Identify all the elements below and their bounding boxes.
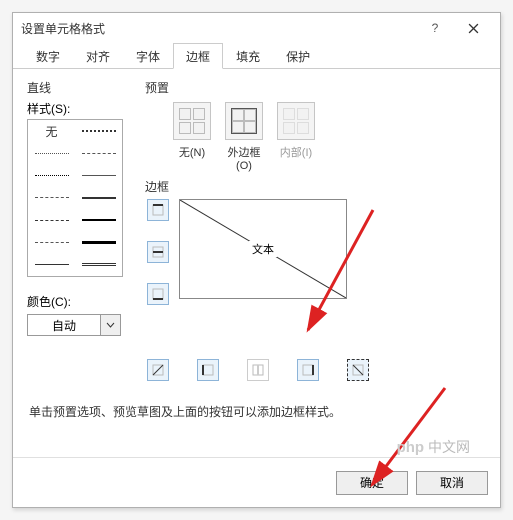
border-middle-h-button[interactable] — [147, 241, 169, 263]
line-style-medium-dot[interactable] — [75, 120, 122, 142]
dialog-title: 设置单元格格式 — [21, 20, 416, 37]
preset-inside-label: 内部(I) — [277, 144, 315, 172]
tab-border[interactable]: 边框 — [173, 43, 223, 69]
border-diag-up-button[interactable] — [147, 359, 169, 381]
line-style-medium-dash[interactable] — [75, 142, 122, 164]
line-column: 直线 样式(S): 无 — [27, 79, 127, 381]
help-button[interactable]: ? — [416, 14, 454, 42]
preset-inside-button[interactable] — [277, 102, 315, 140]
line-color-select[interactable]: 自动 — [27, 314, 127, 336]
line-style-medium-dashdot[interactable] — [75, 165, 122, 187]
line-style-dashdot[interactable] — [28, 209, 75, 231]
close-button[interactable] — [454, 14, 492, 42]
line-style-dashed[interactable] — [28, 187, 75, 209]
line-style-extra-thick[interactable] — [75, 231, 122, 253]
line-style-none[interactable]: 无 — [28, 120, 75, 142]
format-cells-dialog: 设置单元格格式 ? 数字 对齐 字体 边框 填充 保护 直线 样式(S): 无 — [12, 12, 501, 508]
border-right-button[interactable] — [297, 359, 319, 381]
preset-outline-button[interactable] — [225, 102, 263, 140]
border-left-button[interactable] — [197, 359, 219, 381]
border-bottom-button[interactable] — [147, 283, 169, 305]
line-style-thin[interactable] — [28, 254, 75, 276]
ok-button[interactable]: 确定 — [336, 471, 408, 495]
line-color-label: 颜色(C): — [27, 293, 127, 310]
footer: 确定 取消 — [13, 457, 500, 507]
line-color-dropdown[interactable] — [101, 314, 121, 336]
border-diag-down-button[interactable] — [347, 359, 369, 381]
line-style-medium[interactable] — [75, 187, 122, 209]
tab-fill[interactable]: 填充 — [223, 43, 273, 69]
preview-text: 文本 — [249, 241, 277, 257]
close-icon — [468, 23, 479, 34]
hint-text: 单击预置选项、预览草图及上面的按钮可以添加边框样式。 — [13, 391, 500, 432]
chevron-down-icon — [106, 322, 115, 328]
preset-outline-label: 外边框(O) — [225, 144, 263, 172]
line-style-listbox[interactable]: 无 — [27, 119, 123, 277]
preset-none-label: 无(N) — [173, 144, 211, 172]
line-style-dashdotdot[interactable] — [28, 231, 75, 253]
line-style-hair[interactable] — [28, 142, 75, 164]
border-middle-v-button[interactable] — [247, 359, 269, 381]
line-style-label: 样式(S): — [27, 100, 127, 117]
presets-section: 预置 无(N) 外边框(O) 内部(I) — [141, 79, 486, 172]
line-style-dotted[interactable] — [28, 165, 75, 187]
tab-number[interactable]: 数字 — [23, 43, 73, 69]
border-preview[interactable]: 文本 — [179, 199, 347, 299]
line-section-label: 直线 — [27, 79, 127, 96]
cancel-button[interactable]: 取消 — [416, 471, 488, 495]
border-section: 边框 文本 — [141, 178, 486, 381]
border-label: 边框 — [145, 178, 486, 195]
line-style-double[interactable] — [75, 254, 122, 276]
tabs: 数字 对齐 字体 边框 填充 保护 — [13, 43, 500, 69]
preset-none-button[interactable] — [173, 102, 211, 140]
right-column: 预置 无(N) 外边框(O) 内部(I) — [141, 79, 486, 381]
tab-alignment[interactable]: 对齐 — [73, 43, 123, 69]
presets-label: 预置 — [145, 79, 486, 96]
border-top-button[interactable] — [147, 199, 169, 221]
titlebar: 设置单元格格式 ? — [13, 13, 500, 43]
content: 直线 样式(S): 无 — [13, 69, 500, 391]
line-color-value: 自动 — [27, 314, 101, 336]
tab-protection[interactable]: 保护 — [273, 43, 323, 69]
line-style-thick[interactable] — [75, 209, 122, 231]
tab-font[interactable]: 字体 — [123, 43, 173, 69]
